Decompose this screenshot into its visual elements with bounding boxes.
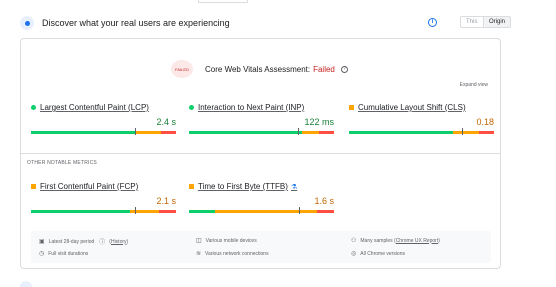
footer-versions: ◎ All Chrome versions	[351, 250, 405, 258]
metric-name: Largest Contentful Paint (LCP)	[40, 103, 149, 112]
needs-improvement-segment	[215, 210, 317, 213]
top-tab-outline	[198, 0, 248, 3]
needs-improvement-segment	[453, 131, 480, 134]
versions-text: All Chrome versions	[360, 250, 405, 257]
metric-value: 2.4 s	[156, 117, 176, 127]
p75-marker	[135, 128, 137, 135]
distribution-bar	[189, 207, 334, 214]
footer-period: ▣ Latest 28-day period ⓘ (History)	[39, 237, 129, 247]
calendar-icon: ▣	[39, 239, 45, 245]
samples-text: Many samples	[360, 237, 393, 244]
field-data-card: FAILED Core Web Vitals Assessment: Faile…	[20, 38, 501, 269]
failed-badge-text: FAILED	[175, 66, 189, 72]
metric-value: 2.1 s	[156, 196, 176, 206]
period-text: Latest 28-day period	[48, 238, 95, 245]
poor-segment	[316, 210, 334, 213]
help-icon[interactable]: ?	[340, 65, 348, 73]
poor-segment	[158, 210, 176, 213]
good-segment	[349, 131, 454, 134]
poor-segment	[319, 131, 334, 134]
metric-name-link[interactable]: Largest Contentful Paint (LCP)	[31, 103, 176, 112]
network-text: Various network connections	[205, 250, 269, 257]
distribution-bar	[31, 207, 176, 214]
footer-devices: ◫ Various mobile devices	[196, 237, 257, 245]
data-source-footer: ▣ Latest 28-day period ⓘ (History) ◷ Ful…	[31, 231, 491, 263]
distribution-bar	[189, 128, 334, 135]
chrome-icon: ◎	[351, 251, 357, 257]
needs-improvement-status-icon	[189, 184, 194, 189]
users-icon	[20, 16, 34, 30]
footer-samples: ⚇ Many samples (Chrome UX Report)	[351, 237, 440, 245]
devices-text: Various mobile devices	[205, 237, 257, 244]
metric-name: First Contentful Paint (FCP)	[40, 182, 139, 191]
p75-marker	[297, 128, 299, 135]
needs-improvement-status-icon	[31, 184, 36, 189]
good-segment	[189, 131, 303, 134]
metric-value: 122 ms	[304, 117, 334, 127]
metric-name-link[interactable]: Cumulative Layout Shift (CLS)	[349, 103, 494, 112]
toggle-this-url[interactable]: This URL	[461, 17, 484, 27]
metric-core-1: Interaction to Next Paint (INP) 122 ms	[189, 103, 334, 135]
needs-improvement-segment	[129, 210, 159, 213]
metric-other-0: First Contentful Paint (FCP) 2.1 s	[31, 182, 176, 214]
needs-improvement-status-icon	[349, 105, 354, 110]
devices-icon: ◫	[196, 238, 202, 244]
needs-improvement-segment	[135, 131, 162, 134]
good-segment	[31, 131, 136, 134]
divider	[21, 153, 500, 154]
timer-icon: ◷	[39, 251, 45, 257]
experimental-icon: ⚗	[290, 183, 298, 191]
good-segment	[189, 210, 216, 213]
next-section-icon	[20, 281, 32, 287]
assessment-status: Failed	[313, 64, 335, 74]
crux-link[interactable]: Chrome UX Report	[396, 238, 439, 244]
other-metrics-label: OTHER NOTABLE METRICS	[27, 160, 97, 166]
distribution-bar	[349, 128, 494, 135]
wifi-icon: ≋	[196, 251, 202, 257]
metric-core-2: Cumulative Layout Shift (CLS) 0.18	[349, 103, 494, 135]
footer-network: ≋ Various network connections	[196, 250, 269, 258]
p75-marker	[299, 207, 301, 214]
needs-improvement-segment	[302, 131, 320, 134]
metric-name-link[interactable]: Time to First Byte (TTFB) ⚗	[189, 182, 334, 191]
p75-marker	[462, 128, 464, 135]
expand-view-link[interactable]: Expand view	[460, 82, 488, 88]
cwv-assessment: FAILED Core Web Vitals Assessment: Faile…	[171, 59, 348, 79]
metric-name-link[interactable]: Interaction to Next Paint (INP)	[189, 103, 334, 112]
field-data-header: Discover what your real users are experi…	[20, 14, 512, 32]
toggle-origin[interactable]: Origin	[484, 17, 511, 27]
metric-other-1: Time to First Byte (TTFB) ⚗ 1.6 s	[189, 182, 334, 214]
info-icon[interactable]: i	[428, 18, 437, 27]
metric-name: Cumulative Layout Shift (CLS)	[358, 103, 466, 112]
metric-name: Interaction to Next Paint (INP)	[198, 103, 305, 112]
distribution-bar	[31, 128, 176, 135]
good-status-icon	[31, 105, 36, 110]
url-origin-toggle[interactable]: This URL Origin	[460, 16, 512, 28]
poor-segment	[161, 131, 176, 134]
good-segment	[31, 210, 130, 213]
help-icon[interactable]: ⓘ	[99, 237, 105, 246]
assessment-label: Core Web Vitals Assessment:	[205, 64, 311, 74]
failed-badge-icon: FAILED	[171, 60, 193, 78]
durations-text: Full visit durations	[48, 250, 89, 257]
history-link[interactable]: History	[111, 239, 127, 245]
people-icon: ⚇	[351, 238, 357, 244]
metric-name-link[interactable]: First Contentful Paint (FCP)	[31, 182, 176, 191]
metric-value: 0.18	[476, 117, 494, 127]
section-title: Discover what your real users are experi…	[42, 18, 230, 28]
metric-value: 1.6 s	[314, 196, 334, 206]
p75-marker	[135, 207, 137, 214]
poor-segment	[479, 131, 494, 134]
footer-durations: ◷ Full visit durations	[39, 250, 89, 258]
good-status-icon	[189, 105, 194, 110]
metric-name: Time to First Byte (TTFB)	[198, 182, 288, 191]
metric-core-0: Largest Contentful Paint (LCP) 2.4 s	[31, 103, 176, 135]
